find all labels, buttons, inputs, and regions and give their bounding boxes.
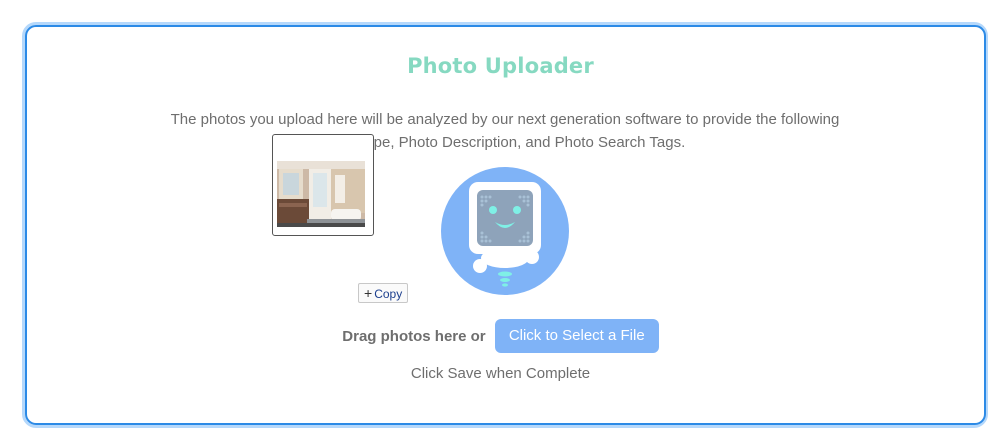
bathroom-photo-thumbnail — [277, 161, 365, 227]
page-title: Photo Uploader — [407, 54, 594, 78]
uploader-description: The photos you upload here will be analy… — [150, 108, 860, 154]
drag-copy-tooltip: + Copy — [358, 283, 409, 303]
robot-icon — [441, 167, 569, 295]
dragged-photo-thumbnail[interactable] — [272, 134, 374, 236]
plus-icon: + — [364, 285, 373, 301]
drag-label: Drag photos here or — [342, 327, 486, 345]
description-line-1: The photos you upload here will be analy… — [170, 111, 840, 128]
select-file-button[interactable]: Click to Select a File — [494, 319, 659, 353]
drag-instructions-row: Drag photos here or Click to Select a Fi… — [0, 319, 1001, 353]
save-note: Click Save when Complete — [410, 365, 591, 382]
description-line-2: oom Type, Photo Description, and Photo S… — [324, 134, 686, 151]
copy-label: Copy — [374, 287, 403, 301]
